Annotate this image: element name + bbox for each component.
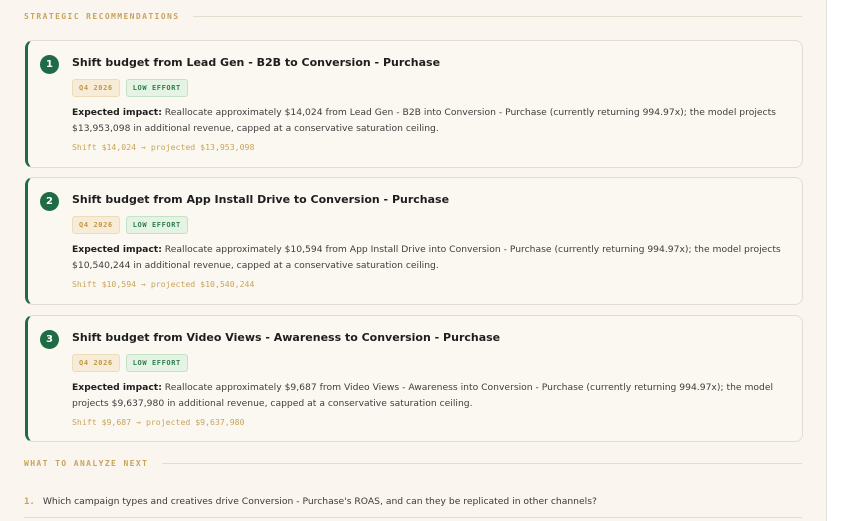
shift-projection: Shift $9,687 → projected $9,637,980 [72,417,245,427]
section-divider [193,16,802,17]
question-text: Which campaign types and creatives drive… [42,496,597,507]
recommendation-number-badge: 3 [40,330,59,349]
strategic-recommendations-header: STRATEGIC RECOMMENDATIONS [24,12,802,21]
expected-impact: Expected impact: Reallocate approximatel… [72,105,784,137]
shift-projection: Shift $14,024 → projected $13,953,098 [72,142,255,152]
effort-badge: LOW EFFORT [125,354,188,372]
quarter-badge: Q4 2026 [72,354,120,372]
expected-impact: Expected impact: Reallocate approximatel… [72,242,784,274]
recommendation-title: Shift budget from Video Views - Awarenes… [72,331,501,344]
scrollbar-track[interactable] [826,0,842,521]
recommendation-tags: Q4 2026 LOW EFFORT [72,79,786,97]
list-divider [24,517,802,518]
quarter-badge: Q4 2026 [72,216,120,234]
impact-label: Expected impact: [72,382,162,393]
section-divider [162,463,802,464]
next-question-item: 1. Which campaign types and creatives dr… [24,496,802,507]
impact-label: Expected impact: [72,107,162,118]
impact-text: Reallocate approximately $14,024 from Le… [72,107,776,134]
recommendation-number-badge: 2 [40,192,59,211]
effort-badge: LOW EFFORT [125,79,188,97]
recommendation-card: 3 Shift budget from Video Views - Awaren… [25,315,803,442]
recommendation-card: 1 Shift budget from Lead Gen - B2B to Co… [25,40,803,168]
shift-projection: Shift $10,594 → projected $10,540,244 [72,279,255,289]
quarter-badge: Q4 2026 [72,79,120,97]
recommendation-tags: Q4 2026 LOW EFFORT [72,354,786,372]
section-title: STRATEGIC RECOMMENDATIONS [24,12,180,21]
what-to-analyze-next-header: WHAT TO ANALYZE NEXT [24,459,802,468]
recommendation-tags: Q4 2026 LOW EFFORT [72,216,786,234]
recommendation-number-badge: 1 [40,55,59,74]
impact-text: Reallocate approximately $10,594 from Ap… [72,244,781,271]
effort-badge: LOW EFFORT [125,216,188,234]
report-page: STRATEGIC RECOMMENDATIONS 1 Shift budget… [0,0,826,521]
recommendation-title: Shift budget from Lead Gen - B2B to Conv… [72,56,441,69]
question-number: 1. [24,496,35,507]
impact-label: Expected impact: [72,244,162,255]
recommendation-title: Shift budget from App Install Drive to C… [72,193,450,206]
recommendation-card: 2 Shift budget from App Install Drive to… [25,177,803,305]
impact-text: Reallocate approximately $9,687 from Vid… [72,382,774,409]
expected-impact: Expected impact: Reallocate approximatel… [72,380,784,412]
section-title: WHAT TO ANALYZE NEXT [24,459,149,468]
